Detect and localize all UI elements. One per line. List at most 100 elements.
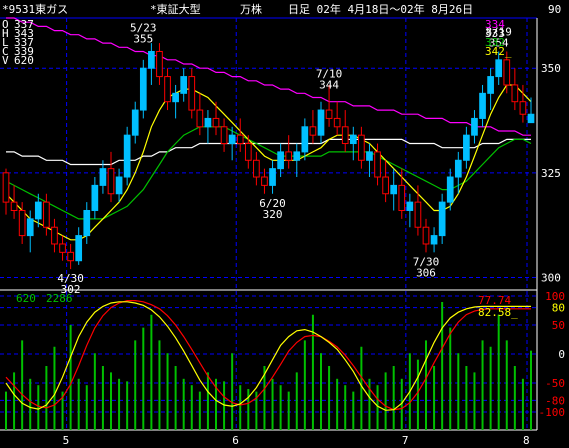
candle-body — [107, 168, 115, 195]
candle-body — [34, 201, 42, 220]
candle-body — [188, 76, 196, 111]
oscillator-fast-value: 82.58_ — [478, 306, 518, 319]
candle-body — [495, 59, 503, 78]
candle-body — [301, 126, 309, 153]
candle-body — [398, 184, 406, 211]
candle-body — [309, 126, 317, 136]
price-tick-label: 325 — [541, 167, 561, 180]
candle-body — [366, 151, 373, 161]
candle-body — [511, 84, 519, 103]
oscillator-tick-label: 50 — [552, 319, 565, 332]
candle-body — [59, 243, 66, 253]
annotation-value: 306 — [416, 266, 436, 279]
annotation-value: 320 — [263, 208, 283, 221]
candle-body — [463, 134, 470, 161]
candle-body — [131, 109, 139, 136]
candle-body — [438, 201, 446, 237]
month-label: 8 — [523, 434, 530, 447]
month-label: 7 — [402, 434, 409, 447]
candle-body — [527, 113, 535, 124]
candle-body — [180, 76, 188, 94]
candle-body — [2, 172, 10, 203]
candle-body — [91, 184, 99, 211]
oscillator-fast-line — [5, 301, 531, 411]
candle-body — [156, 50, 163, 78]
candle-body — [454, 159, 462, 178]
oscillator-tick-label: -50 — [545, 377, 565, 390]
candle-body — [123, 134, 131, 178]
candle-body — [26, 218, 34, 237]
period-label: 日足 02年 4月18日～02年 8月26日 — [288, 2, 473, 16]
candle-body — [43, 201, 50, 228]
candle-body — [99, 168, 107, 186]
candle-body — [18, 209, 26, 237]
candle-body — [430, 235, 438, 245]
candle-body — [75, 235, 83, 262]
price-panel — [2, 17, 535, 270]
candle-body — [519, 101, 527, 115]
annotation-value: 344 — [319, 78, 339, 91]
candle-body — [479, 92, 486, 119]
candle-body — [382, 176, 389, 195]
candle-body — [374, 151, 381, 178]
candle-body — [220, 126, 228, 145]
volume-current: 620 — [16, 292, 36, 305]
month-label: 6 — [232, 434, 239, 447]
candle-body — [67, 251, 74, 262]
candle-body — [51, 226, 58, 245]
candle-body — [487, 76, 494, 94]
month-label: 5 — [63, 434, 70, 447]
candle-body — [341, 126, 349, 145]
moving-average-longest — [6, 17, 531, 136]
chart-canvas: *9531東ガス *東証大型 万株 日足 02年 4月18日～02年 8月26日… — [0, 2, 566, 447]
oscillator-tick-label: 0 — [558, 348, 565, 361]
readout-value: 620 — [14, 54, 34, 67]
moving-average-value: 342_ — [485, 45, 512, 58]
candle-body — [422, 226, 430, 245]
candle-body — [349, 134, 357, 145]
annotation-value: 355 — [133, 32, 153, 45]
candle-body — [446, 176, 454, 203]
candle-body — [406, 201, 414, 211]
candle-body — [277, 151, 284, 170]
price-tick-label: 300 — [541, 271, 561, 284]
candle-body — [83, 209, 91, 237]
candle-body — [503, 59, 511, 86]
candle-body — [139, 67, 147, 111]
oscillator-panel — [5, 300, 532, 430]
candle-body — [236, 134, 244, 145]
stock-code-name: *9531東ガス — [2, 3, 68, 16]
oscillator-tick-label: -100 — [539, 406, 566, 419]
candle-body — [414, 201, 422, 228]
stock-chart: *9531東ガス *東証大型 万株 日足 02年 4月18日～02年 8月26日… — [0, 0, 569, 448]
readout-label: V — [2, 54, 9, 67]
market-label: *東証大型 — [150, 2, 201, 16]
oscillator-tick-label: 80 — [552, 302, 565, 315]
candle-body — [10, 201, 18, 211]
candle-body — [115, 176, 123, 195]
candle-body — [164, 76, 171, 103]
candle-body — [212, 117, 220, 128]
unit-label: 万株 — [240, 2, 262, 16]
candle-body — [196, 109, 204, 128]
bar-count: 90 — [548, 3, 561, 16]
candle-body — [172, 92, 179, 103]
candle-body — [269, 168, 276, 186]
candle-body — [390, 184, 398, 195]
candle-body — [228, 134, 236, 145]
candle-body — [253, 159, 260, 178]
candle-body — [333, 117, 341, 128]
candle-body — [293, 151, 301, 161]
candle-body — [325, 109, 333, 119]
candle-body — [148, 50, 155, 69]
candle-body — [317, 109, 325, 136]
price-tick-label: 350 — [541, 62, 561, 75]
candle-body — [261, 176, 268, 186]
candle-body — [204, 117, 212, 128]
moving-average-long — [6, 138, 531, 166]
candle-body — [358, 134, 365, 161]
candle-body — [285, 151, 293, 161]
candle-body — [244, 143, 252, 161]
candle-body — [471, 117, 478, 136]
volume-average: 2286 — [46, 292, 73, 305]
